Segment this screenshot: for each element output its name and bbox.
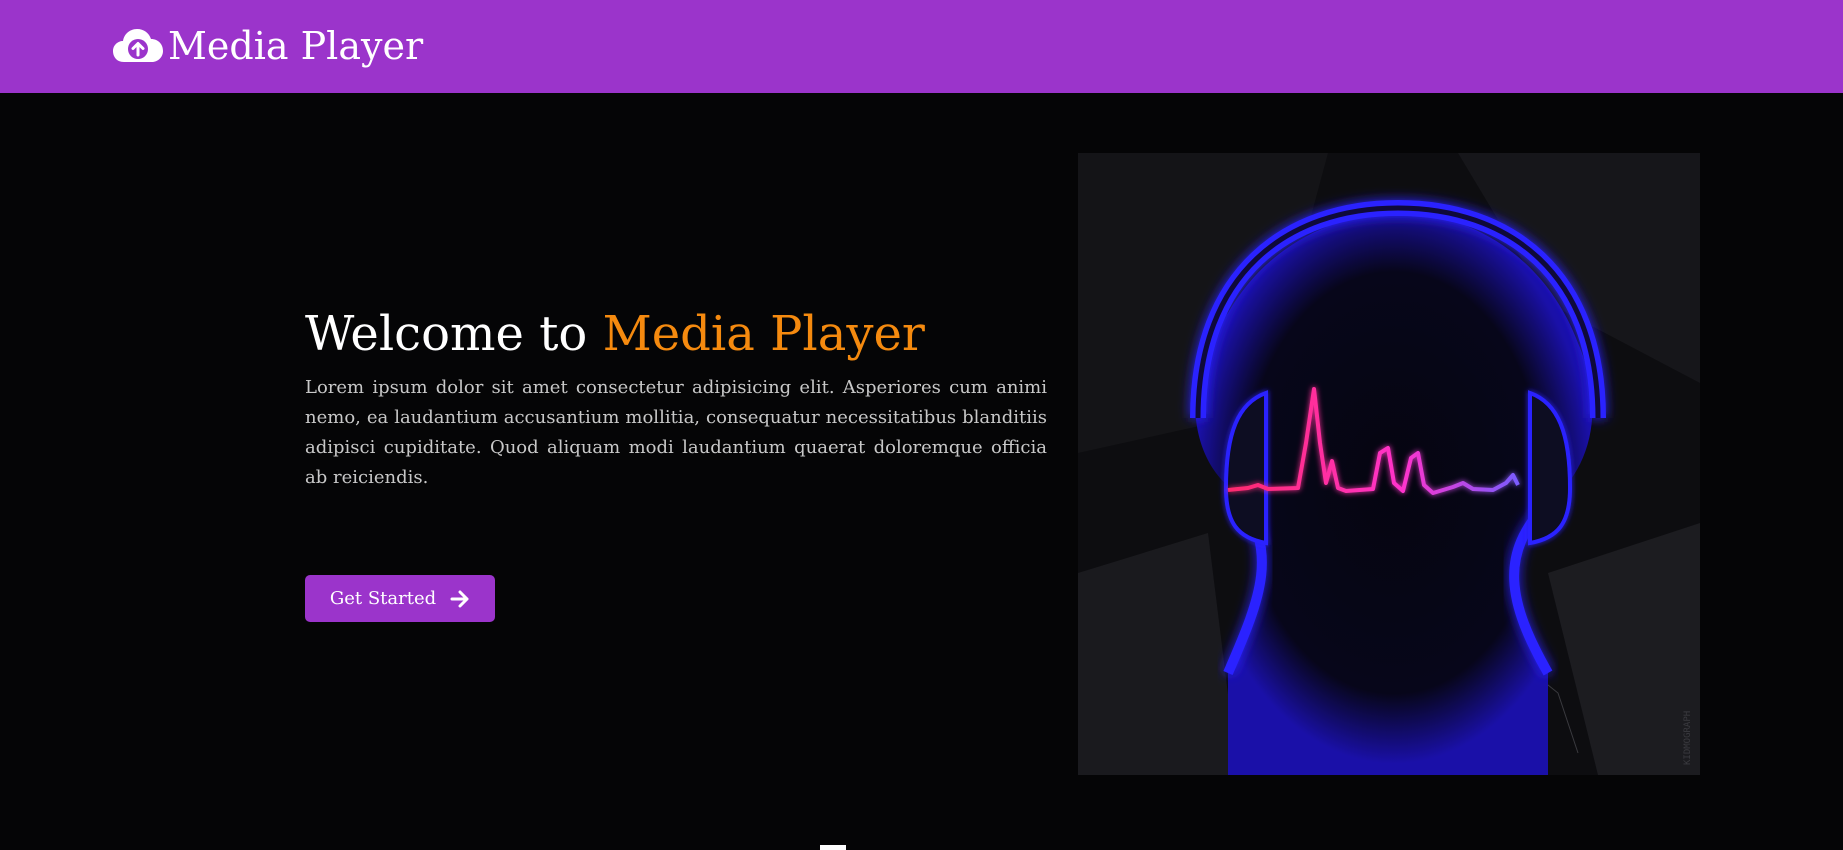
hero-title-prefix: Welcome to [305,306,588,362]
hero-section: Welcome to Media Player Lorem ipsum dolo… [0,93,1843,850]
cloud-upload-icon [113,29,163,62]
top-navbar: Media Player [0,0,1843,93]
get-started-label: Get Started [329,588,437,609]
scroll-indicator[interactable] [820,845,846,850]
get-started-button[interactable]: Get Started [305,575,495,622]
arrow-right-icon [450,590,469,607]
hero-description: Lorem ipsum dolor sit amet consectetur a… [305,377,1047,488]
headphones-waveform-illustration: KIDMOGRAPH [1078,153,1700,775]
hero-image: KIDMOGRAPH [1078,153,1700,775]
image-watermark: KIDMOGRAPH [1683,711,1693,765]
hero-title: Welcome to Media Player [305,303,1047,365]
hero-title-highlight: Media Player [602,306,925,362]
hero-text-block: Welcome to Media Player Lorem ipsum dolo… [305,303,1047,493]
app-title: Media Player [168,24,424,68]
brand-logo[interactable]: Media Player [112,18,423,74]
